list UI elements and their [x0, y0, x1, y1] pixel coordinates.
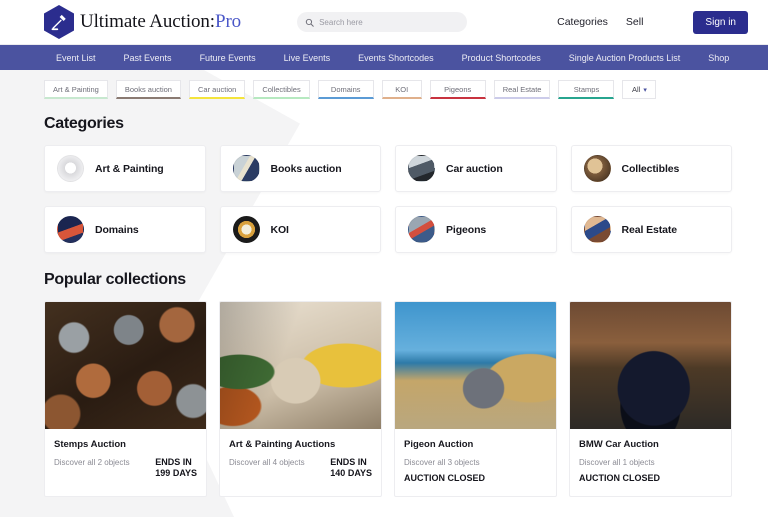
collection-subtitle: Discover all 4 objects: [229, 457, 322, 468]
collection-image: [570, 302, 731, 429]
collection-title: BMW Car Auction: [579, 439, 722, 450]
nav-item-shop[interactable]: Shop: [694, 53, 743, 63]
collection-body: Pigeon Auction Discover all 3 objects AU…: [395, 429, 556, 496]
category-avatar: [233, 155, 260, 182]
collection-card-art-painting-auctions[interactable]: Art & Painting Auctions Discover all 4 o…: [219, 301, 382, 497]
collection-status: ENDS IN 140 DAYS: [330, 457, 372, 480]
category-avatar: [408, 216, 435, 243]
collections-grid: Stemps Auction Discover all 2 objects EN…: [0, 301, 768, 497]
filter-chip-koi[interactable]: KOI: [382, 80, 422, 99]
site-logo[interactable]: Ultimate Auction:Pro: [44, 5, 241, 39]
collection-image: [395, 302, 556, 429]
collection-card-pigeon-auction[interactable]: Pigeon Auction Discover all 3 objects AU…: [394, 301, 557, 497]
nav-item-past-events[interactable]: Past Events: [110, 53, 186, 63]
collection-image: [45, 302, 206, 429]
collection-body: Art & Painting Auctions Discover all 4 o…: [220, 429, 381, 496]
nav-item-single-auction-products-list[interactable]: Single Auction Products List: [555, 53, 695, 63]
category-card-collectibles[interactable]: Collectibles: [571, 145, 733, 192]
category-label: Pigeons: [446, 224, 486, 236]
collection-subtitle: Discover all 1 objects: [579, 457, 655, 468]
filter-chip-books-auction[interactable]: Books auction: [116, 80, 181, 99]
collection-meta: Discover all 3 objects AUCTION CLOSED: [404, 457, 547, 484]
categories-heading: Categories: [0, 115, 768, 133]
filter-chip-domains[interactable]: Domains: [318, 80, 374, 99]
category-label: Domains: [95, 224, 139, 236]
category-card-pigeons[interactable]: Pigeons: [395, 206, 557, 253]
filter-chip-car-auction[interactable]: Car auction: [189, 80, 245, 99]
collection-subtitle: Discover all 2 objects: [54, 457, 147, 468]
category-avatar: [584, 216, 611, 243]
logo-text-main: Ultimate Auction: [80, 11, 210, 32]
nav-item-events-shortcodes[interactable]: Events Shortcodes: [344, 53, 448, 63]
site-header: Ultimate Auction:Pro Categories Sell Sig…: [0, 0, 768, 45]
filter-chip-stamps[interactable]: Stamps: [558, 80, 614, 99]
collection-status: AUCTION CLOSED: [404, 473, 485, 484]
category-card-car-auction[interactable]: Car auction: [395, 145, 557, 192]
filter-chip-art-painting[interactable]: Art & Painting: [44, 80, 108, 99]
search-input[interactable]: [319, 18, 459, 27]
collection-body: BMW Car Auction Discover all 1 objects A…: [570, 429, 731, 496]
filter-all-label: All: [632, 85, 640, 94]
main-navbar: Event List Past Events Future Events Liv…: [0, 45, 768, 70]
category-label: KOI: [271, 224, 289, 236]
collection-meta: Discover all 2 objects ENDS IN 199 DAYS: [54, 457, 197, 480]
sign-in-button[interactable]: Sign in: [693, 11, 748, 34]
collection-card-bmw-car-auction[interactable]: BMW Car Auction Discover all 1 objects A…: [569, 301, 732, 497]
nav-item-event-list[interactable]: Event List: [44, 53, 110, 63]
nav-item-future-events[interactable]: Future Events: [186, 53, 270, 63]
search-box[interactable]: [297, 12, 467, 32]
collection-title: Pigeon Auction: [404, 439, 547, 450]
category-avatar: [233, 216, 260, 243]
category-label: Car auction: [446, 163, 503, 175]
nav-item-live-events[interactable]: Live Events: [270, 53, 345, 63]
logo-text-accent: Pro: [215, 11, 241, 32]
site-logo-text: Ultimate Auction:Pro: [80, 11, 241, 33]
header-link-categories[interactable]: Categories: [557, 16, 608, 28]
category-card-real-estate[interactable]: Real Estate: [571, 206, 733, 253]
filter-chip-collectibles[interactable]: Collectibles: [253, 80, 309, 99]
collection-status: AUCTION CLOSED: [579, 473, 660, 484]
category-avatar: [408, 155, 435, 182]
nav-item-product-shortcodes[interactable]: Product Shortcodes: [448, 53, 555, 63]
category-filter-bar: Art & Painting Books auction Car auction…: [0, 70, 768, 99]
category-card-domains[interactable]: Domains: [44, 206, 206, 253]
header-link-sell[interactable]: Sell: [626, 16, 644, 28]
header-links: Categories Sell Sign in: [557, 11, 748, 34]
collection-title: Stemps Auction: [54, 439, 197, 450]
category-label: Collectibles: [622, 163, 680, 175]
page-root: Ultimate Auction:Pro Categories Sell Sig…: [0, 0, 768, 517]
collection-card-stemps-auction[interactable]: Stemps Auction Discover all 2 objects EN…: [44, 301, 207, 497]
category-avatar: [57, 155, 84, 182]
filter-chip-real-estate[interactable]: Real Estate: [494, 80, 551, 99]
collection-status: ENDS IN 199 DAYS: [155, 457, 197, 480]
chevron-down-icon: ▾: [643, 86, 647, 94]
collection-title: Art & Painting Auctions: [229, 439, 372, 450]
collection-meta: Discover all 1 objects AUCTION CLOSED: [579, 457, 722, 484]
collection-subtitle: Discover all 3 objects: [404, 457, 480, 468]
collection-meta: Discover all 4 objects ENDS IN 140 DAYS: [229, 457, 372, 480]
categories-grid: Art & Painting Books auction Car auction…: [0, 145, 768, 253]
collections-heading: Popular collections: [0, 271, 768, 289]
category-card-books-auction[interactable]: Books auction: [220, 145, 382, 192]
gavel-hexagon-icon: [44, 5, 74, 39]
search-icon: [305, 18, 314, 27]
category-label: Real Estate: [622, 224, 678, 236]
collection-image: [220, 302, 381, 429]
collection-body: Stemps Auction Discover all 2 objects EN…: [45, 429, 206, 496]
category-card-art-painting[interactable]: Art & Painting: [44, 145, 206, 192]
category-label: Art & Painting: [95, 163, 164, 175]
category-avatar: [584, 155, 611, 182]
category-label: Books auction: [271, 163, 342, 175]
filter-all-dropdown[interactable]: All ▾: [622, 80, 656, 99]
category-avatar: [57, 216, 84, 243]
category-card-koi[interactable]: KOI: [220, 206, 382, 253]
filter-chip-pigeons[interactable]: Pigeons: [430, 80, 486, 99]
